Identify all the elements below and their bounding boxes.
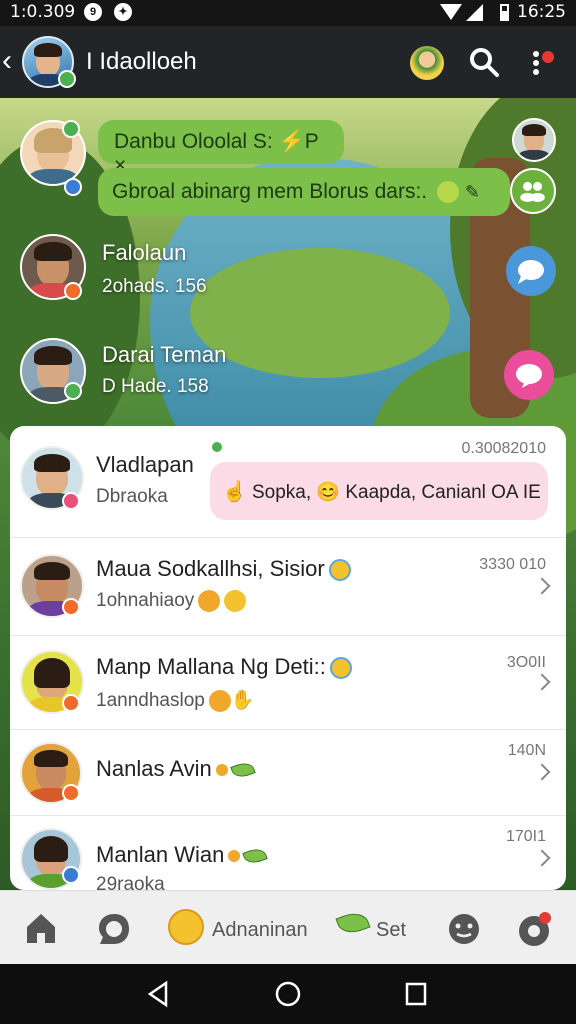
edit-icon: ✎ [464,182,480,202]
chat-time: 170I1 [505,828,546,845]
status-badge [62,784,80,802]
leaf-icon [242,845,269,867]
hand-icon: ☝ [222,481,247,503]
chat-name: Manlan Wian [96,842,269,868]
chat-name: Nanlas Avin [96,756,256,782]
message-preview-bubble[interactable]: ☝ Sopka, 😊 Kaapda, Canianl OA IE [210,462,548,520]
page-title: I Idaolloeh [86,48,197,75]
system-nav-bar [0,964,576,1024]
message-preview-text: Sopka, 😊 Kaapda, Canianl OA IE [252,482,541,503]
online-badge [64,382,82,400]
status-badge [62,492,80,510]
battery-icon [500,4,509,21]
chevron-right-icon [533,577,551,595]
status-badge [64,178,82,196]
thumb-icon: ✋ [230,690,255,711]
bottom-nav: Adnaninan Set [0,890,576,964]
chat-preview: D Hade. 158 [102,376,209,397]
status-badge [62,598,80,616]
home-circle-icon[interactable] [274,980,302,1008]
chevron-right-icon [533,849,551,867]
chat-preview: 2ohads. 156 [102,276,207,297]
app-header: ‹ I Idaolloeh [0,26,576,98]
group-icon[interactable] [510,168,556,214]
status-badge [62,694,80,712]
face-icon[interactable] [446,909,482,949]
wifi-icon [440,4,462,20]
status-time: 1:0.309 [10,2,76,22]
smile-icon [328,559,351,582]
more-icon[interactable] [530,48,554,78]
list-item[interactable]: Vladlapan Dbraoka 0.30082010 ☝ Sopka, 😊 … [10,426,566,538]
search-icon[interactable] [468,46,500,78]
status-clock: 16:25 [517,2,566,22]
chat-preview: Dbraoka [96,486,168,507]
chat-time: 3O0II [506,654,546,671]
laugh-icon [198,590,221,612]
chat-preview: 1ohnahiaoy [96,590,247,612]
smile-icon [329,657,352,680]
chevron-right-icon [533,763,551,781]
smile-icon [436,181,459,204]
chat-list: Vladlapan Dbraoka 0.30082010 ☝ Sopka, 😊 … [10,426,566,890]
flower-icon [228,850,241,863]
chat-name: Manp Mallana Ng Deti:: [96,654,352,680]
chat-preview: 29raoka [96,874,165,890]
flower-icon [215,764,228,777]
status-badge [64,282,82,300]
sticker-icon[interactable] [410,46,444,80]
chat-time: 140N [507,742,546,759]
chat-time: 0.30082010 [461,440,546,457]
status-bar: 1:0.309 9 ✦ 16:25 [0,0,576,26]
recents-square-icon[interactable] [404,981,428,1007]
signal-icon [466,4,483,21]
chat-name[interactable]: Falolaun [102,240,186,266]
back-icon[interactable]: ‹ [2,46,20,76]
chat-name[interactable]: Darai Teman [102,342,226,368]
leaf-icon[interactable] [335,908,371,945]
online-badge [210,440,224,454]
chevron-right-icon [533,673,551,691]
sparkle-face-icon [224,590,247,612]
sticker-icon[interactable] [168,909,204,945]
chat-time: 3330 010 [479,556,546,573]
pinned-message[interactable]: Danbu Oloolal S: ⚡P × [98,120,344,177]
avatar[interactable] [512,118,556,162]
nav-label[interactable]: Adnaninan [212,919,308,942]
chat-bubble-icon[interactable] [506,246,556,296]
notification-icon: 9 [84,3,102,21]
chat-preview: 1anndhaslop ✋ [96,689,255,712]
nav-label[interactable]: Set [376,919,406,942]
list-item[interactable]: Nanlas Avin 140N [10,730,566,816]
online-badge [62,120,80,138]
home-icon[interactable] [24,909,58,949]
laugh-icon [208,689,231,712]
list-item[interactable]: Manlan Wian 29raoka 170I1 [10,816,566,890]
camera-icon[interactable] [516,909,554,949]
chat-icon[interactable] [96,909,132,949]
online-badge [58,70,76,88]
pinned-message-text: Gbroal abinarg mem Blorus dars:. [112,180,428,203]
list-item[interactable]: Manp Mallana Ng Deti:: 1anndhaslop ✋ 3O0I… [10,636,566,730]
status-badge [62,866,80,884]
leaf-icon [230,759,256,781]
chat-bubble-icon[interactable] [504,350,554,400]
chat-name: Maua Sodkallhsi, Sisior [96,556,351,582]
app-notification-icon: ✦ [114,3,132,21]
pinned-message[interactable]: Gbroal abinarg mem Blorus dars:. ✎ [98,168,510,216]
chat-name: Vladlapan [96,452,194,477]
back-triangle-icon[interactable] [146,980,170,1008]
list-item[interactable]: Maua Sodkallhsi, Sisior 1ohnahiaoy 3330 … [10,538,566,636]
